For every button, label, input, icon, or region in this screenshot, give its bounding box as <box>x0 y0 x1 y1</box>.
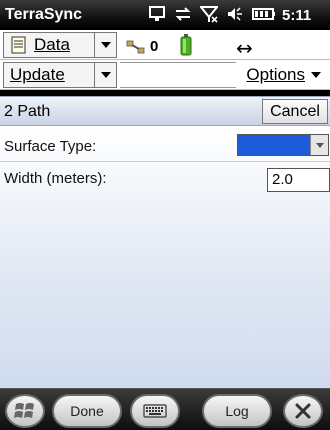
chevron-down-icon <box>94 63 116 87</box>
start-button[interactable] <box>5 394 45 428</box>
left-right-arrow-icon[interactable]: ↔ <box>236 38 253 58</box>
signal-off-icon[interactable] <box>198 5 220 26</box>
options-menu-button[interactable]: Options <box>237 62 327 88</box>
surface-type-select[interactable] <box>237 134 329 156</box>
chevron-down-icon[interactable] <box>310 135 328 155</box>
satellite-status[interactable]: 0 <box>126 38 158 55</box>
keyboard-button[interactable] <box>130 394 180 428</box>
status-bar: TerraSync 5:11 <box>0 0 330 30</box>
keyboard-icon <box>143 404 167 418</box>
form-header: 2 Path Cancel <box>0 96 330 126</box>
feature-title: 2 Path <box>4 103 51 120</box>
update-dropdown[interactable]: Update <box>3 62 117 88</box>
width-label: Width (meters): <box>4 170 107 187</box>
satellite-icon <box>126 40 145 53</box>
chevron-down-icon <box>94 33 116 57</box>
soft-key-bar: Done Log <box>0 388 330 430</box>
connectivity-icon[interactable] <box>174 5 192 26</box>
done-button[interactable]: Done <box>52 394 122 428</box>
cancel-button[interactable]: Cancel <box>262 99 328 124</box>
update-label: Update <box>10 65 65 84</box>
surface-type-label: Surface Type: <box>4 138 97 155</box>
satellite-count: 0 <box>150 38 159 55</box>
sync-icon[interactable] <box>148 5 166 26</box>
status-icons <box>148 5 276 26</box>
app-title: TerraSync <box>5 6 83 23</box>
close-icon <box>295 403 311 419</box>
toolbar-spacer <box>120 62 236 88</box>
receiver-battery-icon[interactable] <box>180 34 192 56</box>
width-input[interactable]: 2.0 <box>267 168 330 192</box>
windows-logo-icon <box>14 403 34 418</box>
volume-icon[interactable] <box>226 5 244 26</box>
document-icon <box>11 36 26 54</box>
surface-type-row: Surface Type: <box>0 132 330 162</box>
clock[interactable]: 5:11 <box>282 7 311 24</box>
width-row: Width (meters): 2.0 <box>0 164 330 194</box>
data-section-dropdown[interactable]: Data <box>3 32 117 58</box>
toolbar-top: Data 0 ↔ <box>0 30 330 60</box>
chevron-down-icon <box>311 72 321 78</box>
toolbar-secondary: Update Options <box>0 60 330 90</box>
battery-status-icon[interactable] <box>252 6 276 25</box>
close-button[interactable] <box>283 394 323 428</box>
log-button[interactable]: Log <box>202 394 272 428</box>
attribute-form: Surface Type: Width (meters): 2.0 <box>0 126 330 388</box>
options-label: Options <box>246 65 305 84</box>
